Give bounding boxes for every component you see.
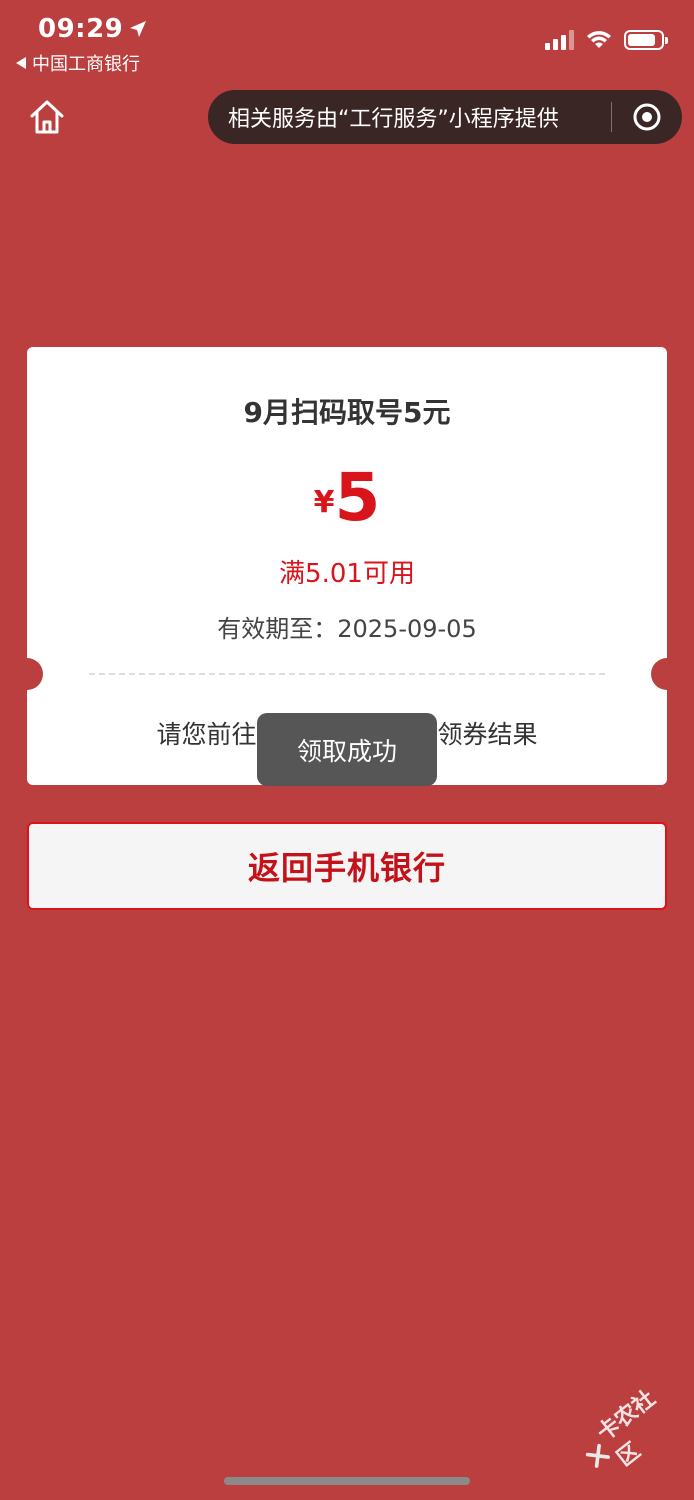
battery-icon	[624, 30, 668, 50]
target-circle-icon	[633, 103, 661, 131]
status-time-text: 09:29	[38, 14, 124, 44]
mini-program-capsule[interactable]: 相关服务由“工行服务”小程序提供	[208, 90, 682, 144]
coupon-amount: ¥5	[27, 465, 667, 531]
location-arrow-icon	[130, 21, 147, 37]
success-toast: 领取成功	[257, 713, 437, 786]
home-button[interactable]	[28, 98, 66, 136]
back-triangle-icon	[16, 57, 26, 69]
return-to-mobile-bank-button[interactable]: 返回手机银行	[27, 822, 667, 910]
home-indicator[interactable]	[224, 1477, 470, 1485]
dashed-divider	[89, 673, 605, 675]
capsule-close-button[interactable]	[612, 102, 682, 132]
back-to-app-link[interactable]: 中国工商银行	[16, 50, 140, 76]
status-icons	[545, 30, 668, 50]
cellular-signal-icon	[545, 30, 574, 50]
status-time: 09:29	[38, 14, 147, 44]
capsule-service-text: 相关服务由“工行服务”小程序提供	[228, 107, 559, 132]
currency-symbol: ¥	[313, 485, 335, 520]
home-icon	[30, 100, 64, 134]
ticket-notch-right	[651, 658, 683, 690]
battery-fill	[628, 34, 655, 46]
amount-value: 5	[334, 459, 381, 536]
coupon-title: 9月扫码取号5元	[243, 396, 451, 429]
back-app-name: 中国工商银行	[32, 54, 140, 75]
coupon-condition: 满5.01可用	[279, 559, 415, 589]
ticket-notch-left	[11, 658, 43, 690]
wifi-icon	[587, 31, 611, 48]
watermark: 卡农社区	[570, 1373, 691, 1487]
coupon-validity: 有效期至：2025-09-05	[217, 615, 477, 643]
